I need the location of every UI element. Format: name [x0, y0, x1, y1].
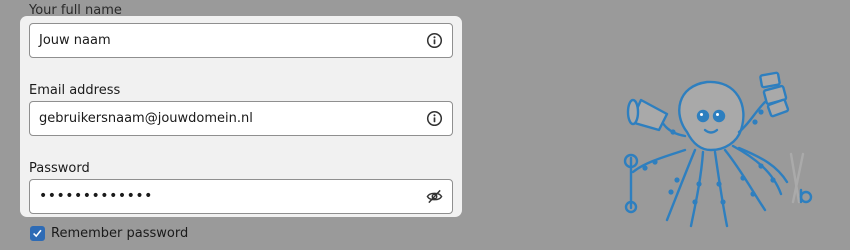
full-name-input[interactable]: Jouw naam: [29, 23, 453, 58]
email-label: Email address: [29, 83, 121, 98]
remember-password-checkbox[interactable]: [30, 226, 45, 241]
full-name-value: Jouw naam: [39, 33, 111, 48]
email-input[interactable]: gebruikersnaam@jouwdomein.nl: [29, 101, 453, 136]
octopus-mascot-illustration: [623, 71, 813, 228]
info-circle-icon[interactable]: [426, 32, 443, 49]
password-value: •••••••••••••: [39, 188, 153, 204]
account-form-panel: Jouw naam Email address gebruikersnaam@j…: [20, 16, 462, 217]
password-input[interactable]: •••••••••••••: [29, 179, 453, 214]
remember-password-label: Remember password: [51, 226, 189, 241]
email-value: gebruikersnaam@jouwdomein.nl: [39, 111, 253, 126]
checkmark-icon: [33, 229, 42, 238]
info-circle-icon[interactable]: [426, 110, 443, 127]
password-label: Password: [29, 161, 90, 176]
eye-slash-icon[interactable]: [426, 188, 443, 205]
